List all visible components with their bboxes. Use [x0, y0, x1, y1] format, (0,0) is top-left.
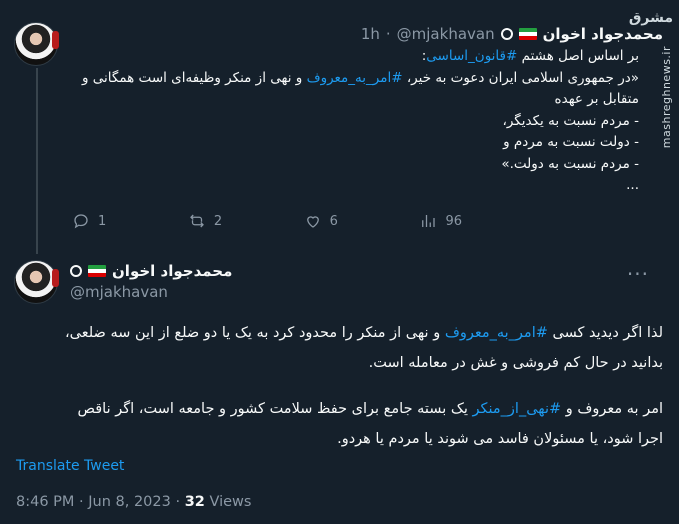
tweet-line: - مردم نسبت به دولت.» [501, 155, 639, 172]
tweet-text: لذا اگر دیدید کسی #امر_به_معروف و نهی از… [16, 318, 663, 470]
thread-line [36, 68, 38, 254]
tweet-line: - دولت نسبت به مردم و [503, 134, 639, 150]
heart-icon [306, 216, 319, 228]
watermark-url: mashreghnews.ir [660, 46, 673, 149]
iran-flag-icon [88, 265, 106, 277]
views-button[interactable]: 96 [419, 212, 462, 230]
more-options-icon[interactable]: ··· [627, 262, 649, 286]
verified-badge-icon [70, 265, 82, 277]
tweet-time[interactable]: 1h [361, 25, 380, 43]
tweet-text: بر اساس اصل هشتم #قانون_اساسی: «در جمهوری… [66, 46, 639, 197]
tweet-line: ... [626, 177, 639, 193]
tweet-line: متقابل بر عهده [554, 91, 639, 107]
tweet-line: - مردم نسبت به یکدیگر، [502, 112, 639, 129]
handle[interactable]: @mjakhavan [397, 25, 495, 43]
tweet-header: محمدجواد اخوان @mjakhavan · 1h [66, 24, 663, 44]
like-count: 6 [329, 213, 338, 229]
timestamp[interactable]: 8:46 PM · Jun 8, 2023 · [16, 494, 185, 510]
reply-icon [74, 214, 88, 229]
views-label: Views [204, 494, 252, 510]
author-name[interactable]: محمدجواد اخوان [543, 25, 663, 43]
iran-flag-icon [518, 28, 537, 40]
avatar[interactable] [14, 260, 59, 304]
hashtag-link[interactable]: #نهی_از_منکر [473, 401, 562, 417]
verified-badge-icon [500, 28, 513, 40]
hashtag-link[interactable]: #قانون_اساسی [426, 48, 517, 64]
tweet-paragraph: امر به معروف و #نهی_از_منکر یک بسته جامع… [77, 401, 663, 447]
tweet-meta: 8:46 PM · Jun 8, 2023 · 32 Views [16, 494, 251, 510]
translate-tweet-link[interactable]: Translate Tweet [16, 458, 124, 474]
hashtag-link[interactable]: #امر_به_معروف [307, 70, 403, 86]
like-button[interactable]: 6 [304, 212, 338, 230]
views-count: 32 [184, 494, 205, 510]
tweet-actions: 1 2 6 96 [72, 212, 462, 230]
handle[interactable]: @mjakhavan [70, 283, 168, 301]
retweet-count: 2 [213, 213, 223, 229]
author-name-row: محمدجواد اخوان [70, 262, 232, 280]
tweet-paragraph: لذا اگر دیدید کسی #امر_به_معروف و نهی از… [65, 325, 663, 371]
views-icon [422, 215, 436, 227]
reply-button[interactable]: 1 [72, 212, 106, 230]
author-name[interactable]: محمدجواد اخوان [112, 262, 232, 280]
retweet-icon [189, 214, 204, 228]
separator-dot: · [385, 25, 391, 43]
reply-count: 1 [98, 213, 107, 229]
retweet-button[interactable]: 2 [188, 212, 222, 230]
hashtag-link[interactable]: #امر_به_معروف [445, 325, 548, 341]
tweet-line: بر اساس اصل هشتم #قانون_اساسی: [421, 48, 639, 64]
tweet-line: «در جمهوری اسلامی ایران دعوت به خیر، #ام… [81, 69, 639, 86]
views-count: 96 [445, 213, 462, 229]
avatar[interactable] [14, 22, 59, 66]
